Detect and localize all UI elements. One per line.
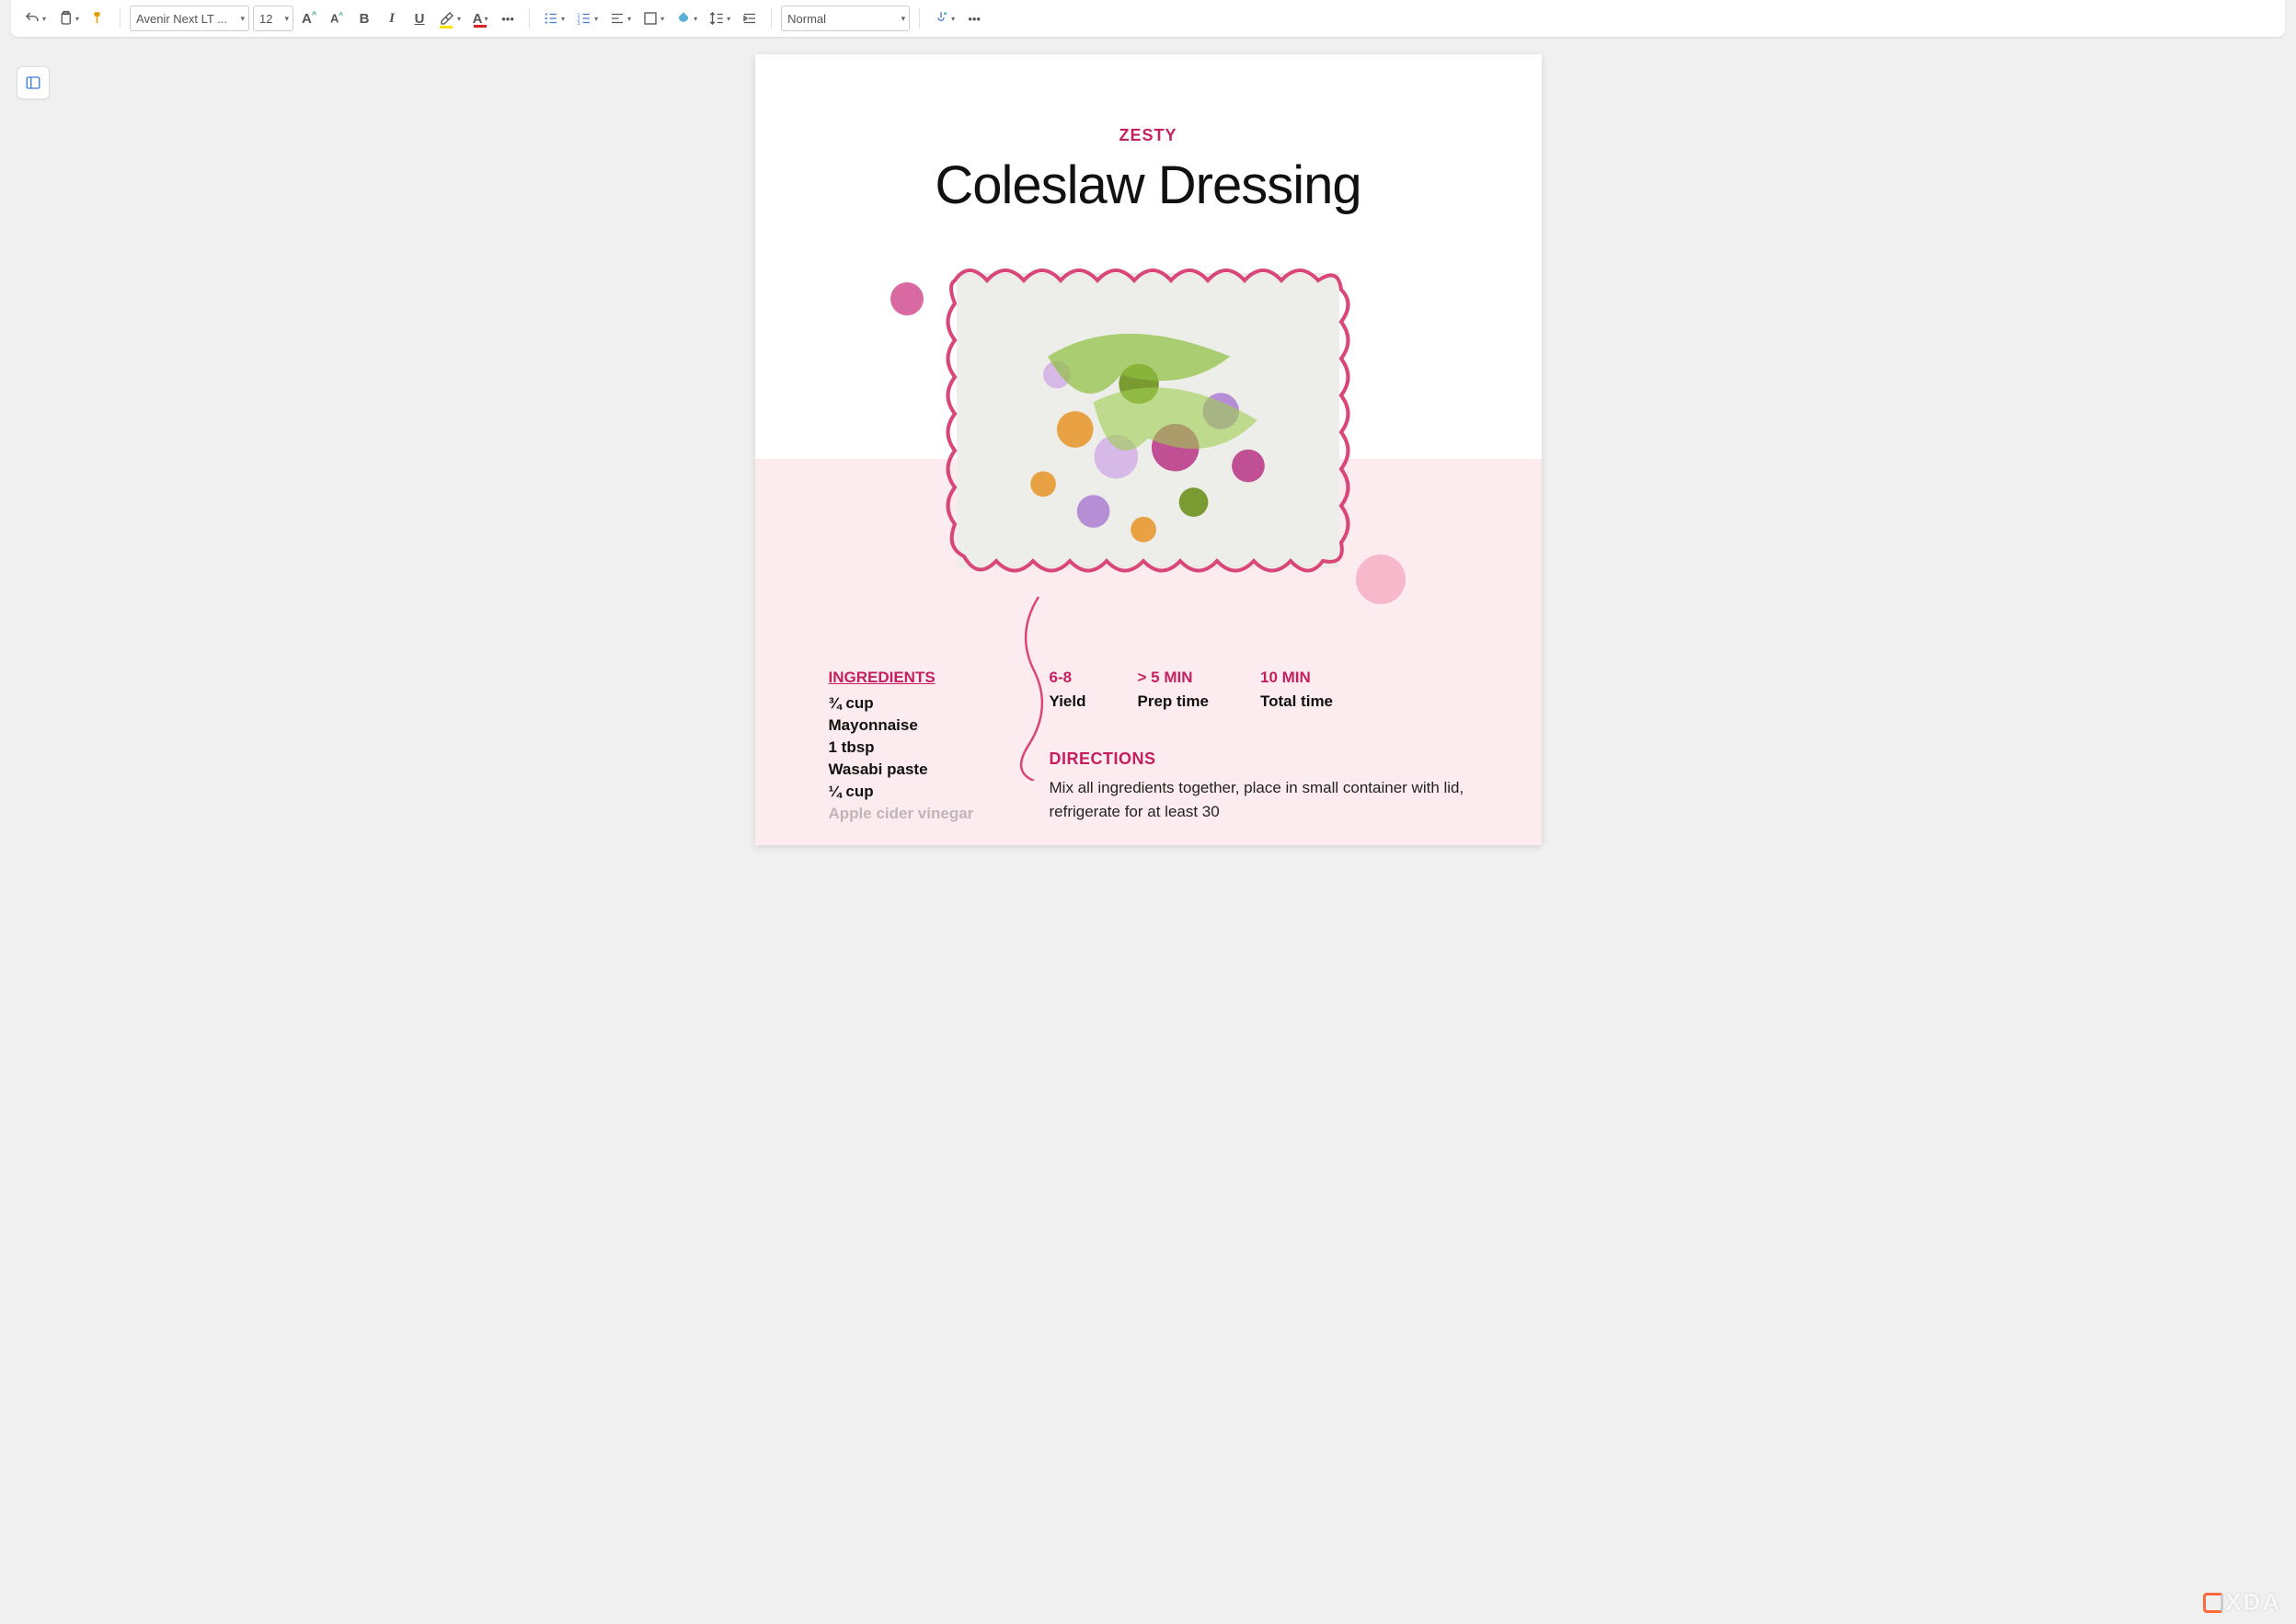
stat-value: > 5 MIN bbox=[1138, 669, 1209, 687]
font-name-select[interactable]: Avenir Next LT ... ▾ bbox=[130, 6, 249, 31]
chevron-down-icon: ▾ bbox=[901, 14, 906, 24]
watermark-text: XDA bbox=[2225, 1588, 2281, 1617]
svg-text:3: 3 bbox=[578, 21, 580, 27]
undo-button[interactable]: ▾ bbox=[20, 6, 50, 31]
more-font-button[interactable]: ••• bbox=[496, 6, 520, 31]
separator bbox=[529, 8, 530, 29]
shading-button[interactable]: ▾ bbox=[672, 6, 701, 31]
font-color-button[interactable]: A ▾ bbox=[468, 6, 492, 31]
kicker-text: ZESTY bbox=[755, 126, 1542, 145]
stat-label: Total time bbox=[1260, 692, 1333, 711]
font-size-select[interactable]: 12 ▾ bbox=[253, 6, 293, 31]
stat-block: 6-8 Yield bbox=[1050, 669, 1086, 711]
separator bbox=[771, 8, 772, 29]
ingredient-line: Apple cider vinegar bbox=[829, 805, 1013, 823]
decorative-dot-icon bbox=[890, 282, 924, 315]
navigation-pane-button[interactable] bbox=[17, 66, 50, 99]
separator bbox=[120, 8, 121, 29]
ingredient-line: ¾ cup bbox=[829, 694, 1013, 713]
ingredients-heading: INGREDIENTS bbox=[829, 669, 1013, 689]
highlight-button[interactable]: ▾ bbox=[435, 6, 465, 31]
ingredients-section: INGREDIENTS ¾ cup Mayonnaise 1 tbsp Wasa… bbox=[829, 669, 1013, 827]
separator bbox=[919, 8, 920, 29]
line-spacing-button[interactable]: ▾ bbox=[705, 6, 734, 31]
hero-image-frame bbox=[936, 253, 1360, 588]
formatting-toolbar: ▾ ▾ Avenir Next LT ... ▾ 12 ▾ A^ A^ B I … bbox=[11, 0, 2285, 38]
font-name-value: Avenir Next LT ... bbox=[136, 12, 227, 26]
watermark: XDA bbox=[2203, 1588, 2281, 1617]
borders-button[interactable]: ▾ bbox=[638, 6, 668, 31]
stat-block: 10 MIN Total time bbox=[1260, 669, 1333, 711]
ingredient-line: ¼ cup bbox=[829, 783, 1013, 801]
shrink-font-button[interactable]: A^ bbox=[325, 6, 349, 31]
italic-button[interactable]: I bbox=[380, 6, 404, 31]
numbered-list-button[interactable]: 123 ▾ bbox=[572, 6, 602, 31]
chevron-down-icon: ▾ bbox=[285, 14, 290, 24]
stamp-border-icon bbox=[936, 253, 1360, 588]
stat-block: > 5 MIN Prep time bbox=[1138, 669, 1209, 711]
ingredient-line: 1 tbsp bbox=[829, 738, 1013, 757]
align-button[interactable]: ▾ bbox=[605, 6, 635, 31]
stat-label: Yield bbox=[1050, 692, 1086, 711]
document-canvas: ZESTY Coleslaw Dressing bbox=[0, 45, 2296, 845]
recipe-stats: 6-8 Yield > 5 MIN Prep time 10 MIN Total… bbox=[1050, 669, 1468, 711]
details-section: 6-8 Yield > 5 MIN Prep time 10 MIN Total… bbox=[1050, 669, 1468, 827]
content-columns: INGREDIENTS ¾ cup Mayonnaise 1 tbsp Wasa… bbox=[755, 588, 1542, 827]
bold-button[interactable]: B bbox=[352, 6, 376, 31]
underline-button[interactable]: U bbox=[408, 6, 431, 31]
stat-value: 10 MIN bbox=[1260, 669, 1333, 687]
indent-button[interactable] bbox=[738, 6, 762, 31]
format-painter-button[interactable] bbox=[86, 6, 110, 31]
grow-font-button[interactable]: A^ bbox=[297, 6, 321, 31]
stat-label: Prep time bbox=[1138, 692, 1209, 711]
ingredient-line: Mayonnaise bbox=[829, 716, 1013, 735]
ingredient-line: Wasabi paste bbox=[829, 761, 1013, 779]
document-title: Coleslaw Dressing bbox=[755, 154, 1542, 216]
stat-value: 6-8 bbox=[1050, 669, 1086, 687]
document-page[interactable]: ZESTY Coleslaw Dressing bbox=[755, 54, 1542, 845]
style-select[interactable]: Normal ▾ bbox=[781, 6, 910, 31]
style-value: Normal bbox=[787, 12, 826, 26]
more-options-button[interactable]: ••• bbox=[962, 6, 986, 31]
watermark-icon bbox=[2203, 1593, 2223, 1613]
bullet-list-button[interactable]: ▾ bbox=[539, 6, 568, 31]
clipboard-button[interactable]: ▾ bbox=[53, 6, 83, 31]
dictate-button[interactable]: ▾ bbox=[929, 6, 959, 31]
divider-curve-icon bbox=[1011, 597, 1048, 781]
directions-body: Mix all ingredients together, place in s… bbox=[1050, 776, 1468, 825]
directions-heading: DIRECTIONS bbox=[1050, 749, 1468, 769]
chevron-down-icon: ▾ bbox=[241, 14, 246, 24]
font-size-value: 12 bbox=[259, 12, 272, 26]
